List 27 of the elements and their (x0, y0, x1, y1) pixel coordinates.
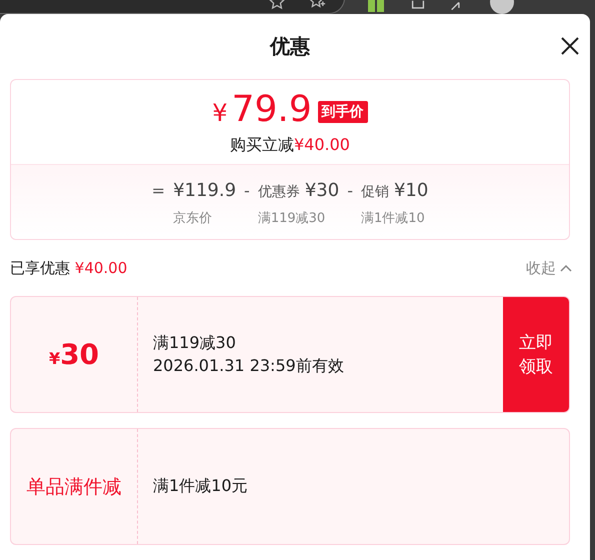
saving-text: 购买立减¥40.00 (230, 135, 350, 156)
breakdown-label: 京东价 (173, 210, 214, 227)
breakdown-value: ¥30 (304, 179, 340, 203)
avatar-icon[interactable] (489, 0, 515, 14)
collapse-toggle[interactable]: 收起 (526, 258, 572, 278)
breakdown-name: 优惠券 (258, 183, 300, 201)
coupon-validity: 2026.01.31 23:59前有效 (153, 356, 345, 376)
operator: - (347, 180, 353, 202)
promo-tag: 单品满件减 (26, 474, 122, 500)
promo-title: 满1件减10元 (153, 476, 249, 497)
close-button[interactable] (560, 36, 580, 56)
breakdown-name: 促销 (360, 183, 389, 201)
coupon-title: 满119减30 (153, 332, 237, 354)
operator: = (152, 180, 166, 202)
dialog-title: 优惠 (270, 33, 310, 60)
breakdown-label: 满1件减10 (360, 210, 426, 227)
breakdown-label: 满119减30 (258, 210, 326, 227)
claim-button[interactable]: 立即领取 (503, 297, 569, 412)
coupon-amount: ¥30 (48, 338, 100, 371)
breakdown-value: ¥10 (394, 179, 428, 203)
operator: - (244, 180, 250, 202)
extension-icon[interactable] (367, 0, 387, 14)
price-tag: 到手价 (318, 100, 368, 122)
enjoyed-text: 已享优惠 ¥40.00 (10, 258, 128, 278)
final-price: ¥79.9 (212, 90, 312, 132)
chevron-up-icon (560, 264, 572, 272)
breakdown-value: ¥119.9 (173, 179, 236, 203)
